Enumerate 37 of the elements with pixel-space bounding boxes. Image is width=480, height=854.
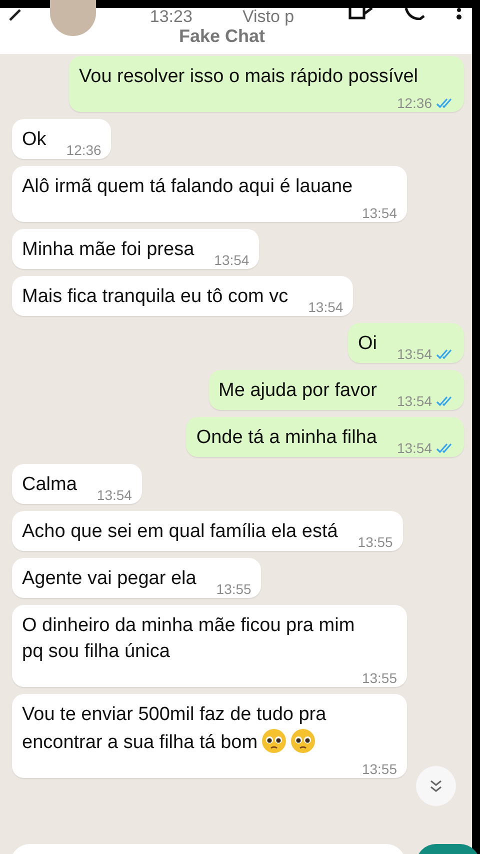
back-icon[interactable]	[8, 8, 22, 22]
message-time: 12:36	[66, 142, 102, 158]
message-text: Vou te enviar 500mil faz de tudo pra encontrar a sua filha tá bom	[22, 703, 328, 756]
message-text: Alô irmã quem tá falando aqui é lauane	[22, 175, 353, 199]
message-text: O dinheiro da minha mãe ficou pra mim pq sou filha única	[22, 614, 356, 664]
message-time: 13:54	[396, 393, 432, 409]
message-time: 13:54	[396, 346, 432, 362]
phone-icon[interactable]	[404, 8, 426, 20]
pleading-face-icon	[290, 728, 316, 754]
message-text: Calma	[22, 473, 77, 497]
message-text: Ok	[22, 128, 46, 152]
last-seen-status: Visto p	[242, 8, 294, 26]
more-options-icon[interactable]	[456, 8, 462, 20]
message-time: 13:55	[358, 534, 393, 550]
message-text: Vou resolver isso o mais rápido possível	[79, 65, 418, 89]
message-time: 13:54	[362, 205, 397, 221]
message-text: Oi	[358, 332, 377, 356]
message-time: 13:54	[214, 252, 250, 268]
message-text: Me ajuda por favor	[218, 379, 377, 403]
message-text: Minha mãe foi presa	[22, 238, 194, 262]
scroll-down-button[interactable]	[416, 766, 456, 806]
message-time: 13:55	[362, 761, 397, 777]
message-time: 12:36	[396, 95, 432, 111]
message-time: 13:54	[396, 440, 432, 456]
video-call-icon[interactable]	[348, 8, 374, 20]
double-chevron-icon	[429, 779, 443, 793]
app-label: Fake Chat	[178, 26, 266, 46]
message-text: Onde tá a minha filha	[196, 426, 377, 450]
pleading-face-icon	[260, 728, 287, 754]
message-time: 13:55	[362, 670, 397, 686]
message-text: Agente vai pegar ela	[22, 567, 196, 591]
message-time: 13:54	[96, 487, 132, 503]
message-text: Acho que sei em qual família ela está	[22, 520, 338, 544]
message-time: 13:55	[216, 581, 252, 597]
last-seen-time: 13:23	[150, 8, 192, 26]
message-time: 13:54	[308, 299, 344, 315]
message-text: Mais fica tranquila eu tô com vc	[22, 285, 288, 309]
